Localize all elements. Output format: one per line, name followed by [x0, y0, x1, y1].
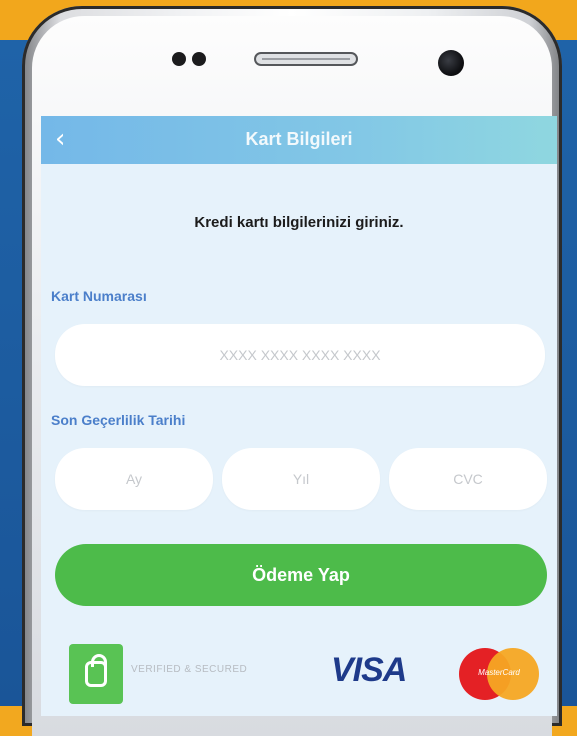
page-title: Kart Bilgileri: [245, 129, 353, 149]
cvc-input[interactable]: CVC: [389, 448, 547, 510]
mastercard-text: MasterCard: [478, 668, 520, 677]
expiry-year-input[interactable]: Yıl: [222, 448, 380, 510]
sensor-dot: [172, 52, 186, 66]
expiry-month-input[interactable]: Ay: [55, 448, 213, 510]
visa-logo: VISA: [331, 651, 407, 689]
app-bar: ‹ Kart Bilgileri: [41, 116, 557, 164]
expiry-label: Son Geçerlilik Tarihi: [51, 412, 186, 428]
pay-button[interactable]: Ödeme Yap: [55, 544, 547, 606]
secure-badge: [69, 644, 123, 704]
sensor-dot: [192, 52, 206, 66]
card-number-label: Kart Numarası: [51, 288, 147, 304]
form-instruction: Kredi kartı bilgilerinizi giriniz.: [194, 214, 404, 231]
mastercard-logo: MasterCard: [459, 648, 539, 700]
earpiece-speaker: [254, 52, 358, 66]
secure-text: VERIFIED & SECURED: [131, 664, 248, 675]
card-number-input[interactable]: XXXX XXXX XXXX XXXX: [55, 324, 545, 386]
front-camera: [438, 50, 464, 76]
phone-screen: ‹ Kart Bilgileri Kredi kartı bilgilerini…: [41, 116, 557, 716]
lock-icon: [85, 654, 107, 687]
